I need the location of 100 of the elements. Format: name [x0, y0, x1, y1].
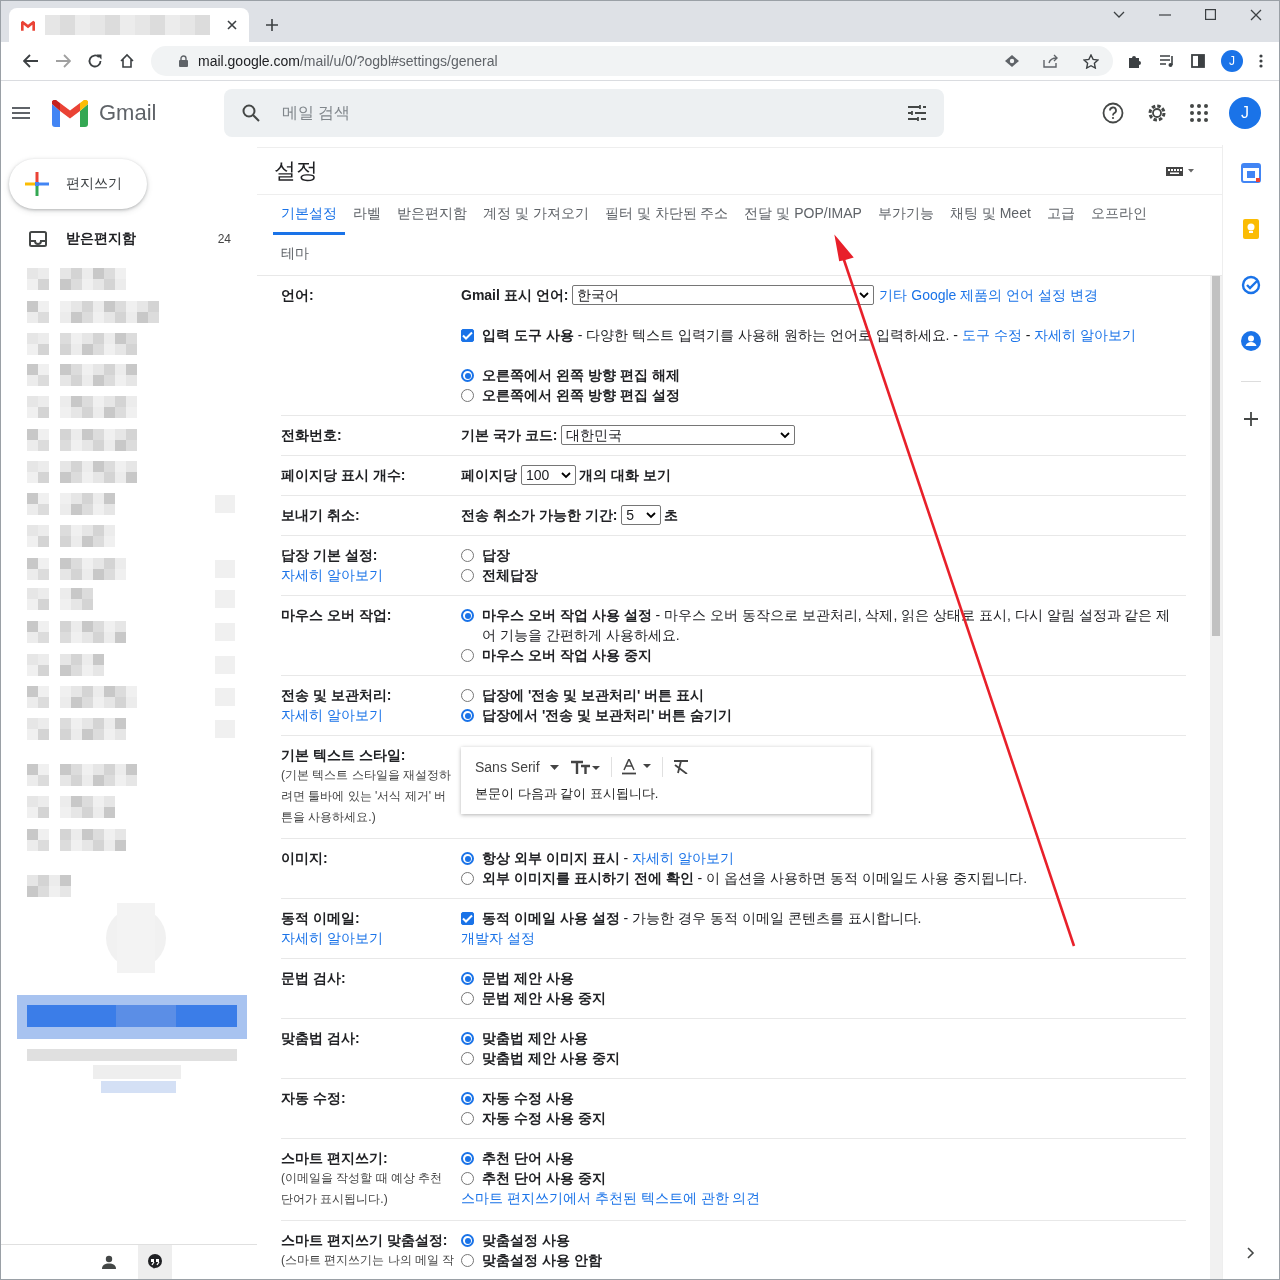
search-icon[interactable] [242, 104, 260, 122]
setting-label: 자동 수정: [281, 1089, 347, 1108]
learn-more-link[interactable]: 자세히 알아보기 [281, 565, 461, 585]
font-dropdown[interactable]: Sans Serif [475, 757, 559, 777]
option-label: 문법 제안 사용 [482, 969, 574, 988]
select-label: Gmail 표시 언어: [461, 286, 569, 305]
option-label: 자동 수정 사용 중지 [482, 1109, 606, 1128]
plus-icon[interactable] [265, 18, 279, 32]
home-icon[interactable] [119, 53, 135, 69]
option-label: 답장에서 '전송 및 보관처리' 버튼 숨기기 [482, 706, 733, 725]
settings-tab[interactable]: 라벨 [345, 195, 389, 235]
page-title: 설정 [274, 157, 318, 185]
settings-tab[interactable]: 기본설정 [273, 195, 345, 235]
address-bar[interactable]: mail.google.com/mail/u/0/?ogbl#settings/general [151, 46, 1113, 76]
dropdown[interactable]: 5 [621, 505, 662, 525]
setting-label: 전송 및 보관처리: [281, 686, 393, 705]
settings-tab[interactable]: 테마 [273, 235, 317, 275]
setting-label: 언어: [281, 286, 315, 305]
diamond-eye-icon[interactable] [1005, 55, 1019, 67]
settings-tab[interactable]: 오프라인 [1082, 195, 1155, 235]
sidebar-item[interactable]: 받은편지함 24 [1, 223, 257, 255]
radio-button[interactable] [461, 1092, 474, 1105]
setting-label: 이미지: [281, 849, 329, 868]
playlist-icon[interactable] [1159, 54, 1175, 68]
puzzle-icon[interactable] [1127, 53, 1143, 69]
sidebar-icon[interactable] [1191, 54, 1205, 68]
chevron-down-icon[interactable] [1113, 10, 1125, 19]
back-arrow-icon[interactable] [23, 54, 39, 68]
envelope-logo-icon[interactable] [52, 99, 88, 127]
more-vertical-icon[interactable] [1259, 54, 1263, 68]
app-name[interactable]: Gmail [99, 100, 224, 126]
radio-button[interactable] [461, 609, 474, 622]
share-icon[interactable] [1043, 54, 1059, 68]
preview-text: 본문이 다음과 같이 표시됩니다. [475, 786, 659, 801]
envelope-icon [21, 19, 35, 31]
close-icon[interactable] [227, 20, 237, 30]
settings-tab[interactable]: 고급 [1038, 195, 1083, 235]
select-label: 전송 취소가 가능한 기간: [461, 506, 618, 525]
settings-tab[interactable]: 채팅 및 Meet [941, 195, 1039, 235]
radio-button[interactable] [461, 1032, 474, 1045]
minimize-icon[interactable] [1159, 13, 1171, 16]
scrollbar-thumb[interactable] [1212, 276, 1220, 636]
apps-grid-icon[interactable] [1190, 104, 1208, 122]
option-label: 오른쪽에서 왼쪽 방향 편집 설정 [482, 386, 680, 405]
dropdown[interactable]: 한국어 [572, 285, 875, 305]
filter-sliders-icon[interactable] [908, 105, 926, 121]
setting-link[interactable]: 개발자 설정 [461, 928, 535, 948]
plus-icon[interactable] [1244, 412, 1258, 426]
close-icon[interactable] [1250, 8, 1262, 21]
lock-icon [179, 55, 188, 67]
star-icon[interactable] [1083, 53, 1099, 69]
account-avatar[interactable]: J [1229, 97, 1261, 129]
help-icon[interactable] [1102, 102, 1124, 124]
calendar-icon[interactable] [1241, 163, 1261, 183]
search-bar[interactable]: 메일 검색 [224, 89, 944, 137]
learn-more-link[interactable]: 자세히 알아보기 [281, 705, 461, 725]
setting-label: 스마트 편지쓰기 맞춤설정: [281, 1231, 449, 1250]
maximize-icon[interactable] [1205, 9, 1216, 20]
caret-icon [859, 291, 870, 299]
language-settings-link[interactable]: 기타 Google 제품의 언어 설정 변경 [879, 285, 1098, 305]
settings-tab[interactable]: 부가기능 [869, 195, 942, 235]
learn-more-link[interactable]: 자세히 알아보기 [281, 928, 461, 948]
task-check-icon[interactable] [1241, 275, 1261, 295]
forward-arrow-icon[interactable] [55, 54, 71, 68]
contact-icon[interactable] [1241, 331, 1261, 351]
keyboard-icon[interactable] [1166, 166, 1196, 176]
setting-label: 답장 기본 설정: [281, 546, 379, 565]
inline-link[interactable]: 자세히 알아보기 [632, 850, 734, 866]
settings-icon[interactable] [1146, 102, 1168, 124]
select-label: 기본 국가 코드: [461, 426, 558, 445]
settings-tab[interactable]: 받은편지함 [389, 195, 475, 235]
profile-avatar[interactable]: J [1221, 50, 1243, 72]
plus-icon [25, 172, 49, 196]
menu-icon[interactable] [12, 107, 30, 119]
person-icon[interactable] [102, 1255, 116, 1269]
text-size-icon[interactable] [570, 760, 601, 774]
settings-tab[interactable]: 전달 및 POP/IMAP [736, 195, 870, 235]
chevron-right-icon[interactable] [1247, 1247, 1255, 1259]
reload-icon[interactable] [87, 53, 103, 69]
search-field[interactable]: 메일 검색 [280, 103, 888, 123]
settings-tab[interactable]: 계정 및 가져오기 [475, 195, 597, 235]
inline-link[interactable]: 자세히 알아보기 [1034, 327, 1137, 343]
radio-button[interactable] [461, 369, 474, 382]
text-color-icon[interactable] [621, 758, 652, 776]
radio-button[interactable] [461, 709, 474, 722]
checkbox[interactable] [461, 329, 474, 342]
radio-button[interactable] [461, 972, 474, 985]
radio-button[interactable] [461, 852, 474, 865]
dropdown[interactable]: 대한민국 [561, 425, 796, 445]
remove-formatting-icon[interactable] [672, 760, 689, 774]
settings-tab[interactable]: 필터 및 차단된 주소 [596, 195, 737, 235]
setting-link[interactable]: 스마트 편지쓰기에서 추천된 텍스트에 관한 의견 [461, 1188, 761, 1208]
setting-label: 맞춤법 검사: [281, 1029, 361, 1048]
chat-quote-button[interactable] [138, 1245, 172, 1279]
radio-button[interactable] [461, 1152, 474, 1165]
checkbox[interactable] [461, 912, 474, 925]
inline-link[interactable]: 도구 수정 [961, 327, 1022, 343]
radio-button[interactable] [461, 1234, 474, 1247]
compose-button[interactable]: 편지쓰기 [9, 159, 147, 209]
dropdown[interactable]: 100 [521, 465, 576, 485]
